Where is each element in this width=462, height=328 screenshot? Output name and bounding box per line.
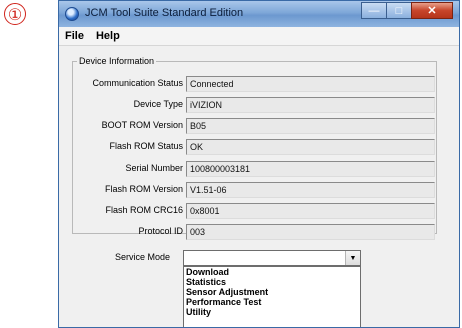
device-type-label: Device Type [133,99,183,109]
flash-rom-version-value: V1.51-06 [186,182,435,198]
communication-status-value: Connected [186,76,435,92]
service-mode-dropdown-list: Download Statistics Sensor Adjustment Pe… [183,266,361,327]
service-mode-label: Service Mode [115,252,171,262]
option-statistics[interactable]: Statistics [184,277,360,287]
menu-file[interactable]: File [59,30,90,42]
window-title: JCM Tool Suite Standard Edition [85,7,244,19]
client-area: Device Information Communication Status … [59,46,459,327]
close-button[interactable]: ✕ [411,2,453,19]
field-row-communication-status: Communication Status Connected [73,76,438,92]
flash-rom-version-label: Flash ROM Version [104,184,183,194]
flash-rom-crc16-label: Flash ROM CRC16 [105,205,183,215]
flash-rom-status-value: OK [186,139,435,155]
field-row-boot-rom-version: BOOT ROM Version B05 [73,118,438,134]
boot-rom-version-value: B05 [186,118,435,134]
step-number-marker: ① [4,3,26,25]
field-row-flash-rom-status: Flash ROM Status OK [73,139,438,155]
flash-rom-status-label: Flash ROM Status [109,141,183,151]
option-performance-test[interactable]: Performance Test [184,297,360,307]
field-row-protocol-id: Protocol ID 003 [73,224,438,240]
option-download[interactable]: Download [184,267,360,277]
app-window: JCM Tool Suite Standard Edition — □ ✕ Fi… [58,0,460,328]
window-controls: — □ ✕ [361,2,453,19]
maximize-button[interactable]: □ [386,2,412,19]
boot-rom-version-label: BOOT ROM Version [101,120,183,130]
device-type-value: iVIZION [186,97,435,113]
minimize-button[interactable]: — [361,2,387,19]
menu-bar: File Help [59,27,459,46]
field-row-serial-number: Serial Number 100800003181 [73,161,438,177]
minimize-icon: — [368,4,380,17]
field-row-flash-rom-version: Flash ROM Version V1.51-06 [73,182,438,198]
serial-number-label: Serial Number [125,163,183,173]
chevron-down-icon: ▼ [349,254,357,262]
app-icon [65,7,79,21]
device-information-group: Device Information Communication Status … [72,56,438,240]
flash-rom-crc16-value: 0x8001 [186,203,435,219]
menu-help[interactable]: Help [90,30,126,42]
option-sensor-adjustment[interactable]: Sensor Adjustment [184,287,360,297]
service-mode-select[interactable]: ▼ [183,250,361,266]
communication-status-label: Communication Status [92,78,183,88]
protocol-id-label: Protocol ID [138,226,183,236]
maximize-icon: □ [395,4,403,17]
device-information-legend: Device Information [79,56,155,66]
dropdown-arrow-button[interactable]: ▼ [345,251,360,265]
protocol-id-value: 003 [186,224,435,240]
option-utility[interactable]: Utility [184,307,360,317]
field-row-flash-rom-crc16: Flash ROM CRC16 0x8001 [73,203,438,219]
title-bar[interactable]: JCM Tool Suite Standard Edition — □ ✕ [59,1,459,27]
close-icon: ✕ [427,5,437,17]
serial-number-value: 100800003181 [186,161,435,177]
field-row-device-type: Device Type iVIZION [73,97,438,113]
